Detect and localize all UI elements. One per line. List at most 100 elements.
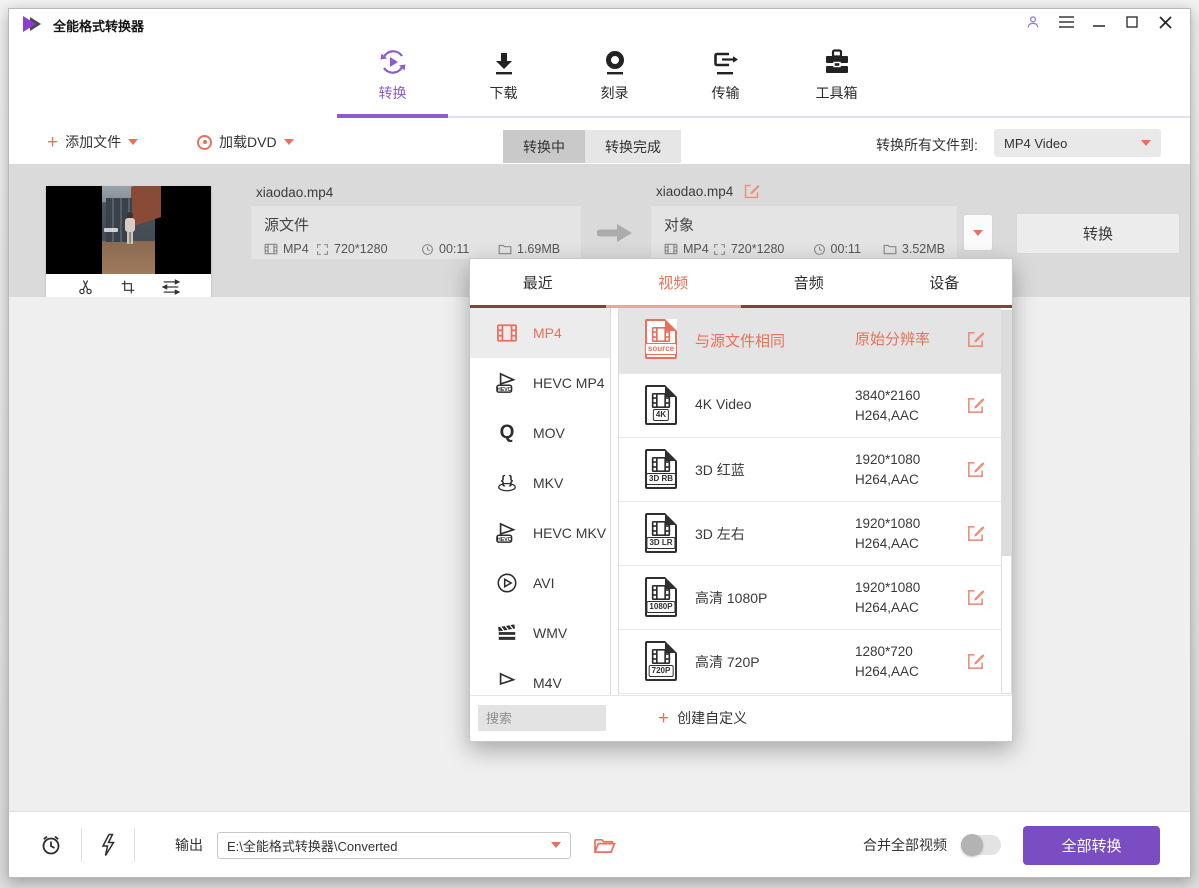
open-folder-icon[interactable]: [593, 836, 616, 855]
create-custom-label: 创建自定义: [677, 708, 747, 728]
add-files-button[interactable]: + 添加文件: [47, 120, 138, 164]
format-item-m4v[interactable]: M4V: [470, 658, 610, 695]
convert-button[interactable]: 转换: [1016, 213, 1180, 254]
video-thumbnail[interactable]: [46, 186, 211, 274]
source-size: 1.69MB: [498, 242, 560, 256]
global-format-select[interactable]: MP4 Video: [994, 129, 1161, 157]
hevc-play-icon: HEVC: [494, 372, 520, 394]
source-resolution: 720*1280: [316, 242, 421, 256]
edit-preset-icon[interactable]: [966, 588, 985, 607]
nav-tab-burn[interactable]: 刻录: [559, 35, 670, 115]
format-label: WMV: [533, 625, 567, 641]
preset-row-4k[interactable]: 4K 4K Video 3840*2160H264,AAC: [619, 374, 1001, 438]
chevron-down-icon: [128, 139, 138, 145]
preset-list-scrollbar[interactable]: [1001, 310, 1012, 694]
chevron-down-icon: [1141, 140, 1151, 146]
output-path-value: E:\全能格式转换器\Converted: [227, 836, 398, 855]
format-item-hevc-mkv[interactable]: HEVC HEVC MKV: [470, 508, 610, 558]
load-dvd-label: 加载DVD: [219, 132, 277, 152]
merge-videos-label: 合并全部视频: [863, 835, 947, 855]
format-list: MP4 HEVC HEVC MP4 Q MOV { } MKV HEVC: [470, 308, 610, 695]
trim-icon[interactable]: [77, 278, 94, 295]
preset-file-icon: 1080P: [645, 577, 677, 617]
format-item-wmv[interactable]: WMV: [470, 608, 610, 658]
tab-finished[interactable]: 转换完成: [585, 130, 681, 163]
nav-tab-label: 下载: [490, 83, 518, 103]
tab-converting[interactable]: 转换中: [503, 130, 585, 163]
format-item-avi[interactable]: AVI: [470, 558, 610, 608]
global-format-value: MP4 Video: [1004, 136, 1067, 151]
clock-icon: [813, 243, 826, 256]
target-format-dropdown-button[interactable]: [963, 214, 993, 251]
format-label: AVI: [533, 575, 555, 591]
convert-all-button[interactable]: 全部转换: [1023, 826, 1160, 865]
target-file-name: xiaodao.mp4: [656, 184, 733, 199]
target-info-box: 对象 MP4 720*1280 00:11 3.52MB: [651, 206, 957, 259]
preset-list: source 与源文件相同 原始分辨率 4K 4K Video 3840*216…: [619, 308, 1001, 694]
nav-tab-toolbox[interactable]: 工具箱: [781, 35, 892, 115]
output-path-select[interactable]: E:\全能格式转换器\Converted: [217, 832, 571, 859]
bottom-bar: 输出 E:\全能格式转换器\Converted 合并全部视频 全部转换: [9, 811, 1190, 878]
rename-icon[interactable]: [743, 183, 760, 200]
nav-tab-download[interactable]: 下载: [448, 35, 559, 115]
merge-videos-toggle[interactable]: [961, 835, 1001, 855]
search-input[interactable]: [478, 705, 606, 731]
preset-name: 与源文件相同: [695, 330, 785, 351]
minimize-button[interactable]: [1090, 14, 1108, 30]
app-window: 全能格式转换器: [8, 8, 1191, 878]
preset-row-3d-lr[interactable]: 3D LR 3D 左右 1920*1080H264,AAC: [619, 502, 1001, 566]
preset-file-icon: 3D RB: [645, 449, 677, 489]
plus-icon: +: [658, 709, 669, 728]
quicktime-icon: Q: [494, 422, 520, 444]
popup-tab-recent[interactable]: 最近: [470, 259, 606, 305]
dvd-icon: [197, 135, 212, 150]
schedule-icon[interactable]: [39, 833, 63, 857]
load-dvd-button[interactable]: 加载DVD: [197, 120, 294, 164]
format-item-hevc-mp4[interactable]: HEVC HEVC MP4: [470, 358, 610, 408]
popup-tab-video[interactable]: 视频: [606, 259, 742, 305]
account-icon[interactable]: [1024, 14, 1042, 30]
effects-icon[interactable]: [162, 279, 180, 295]
preset-file-icon: 720P: [645, 641, 677, 681]
preset-row-3d-rb[interactable]: 3D RB 3D 红蓝 1920*1080H264,AAC: [619, 438, 1001, 502]
disc-icon: [602, 48, 628, 76]
nav-tab-label: 刻录: [601, 83, 629, 103]
preset-row-same-as-source[interactable]: source 与源文件相同 原始分辨率: [619, 308, 1001, 374]
create-custom-button[interactable]: + 创建自定义: [658, 705, 747, 731]
format-item-mov[interactable]: Q MOV: [470, 408, 610, 458]
preset-row-720p[interactable]: 720P 高清 720P 1280*720H264,AAC: [619, 630, 1001, 694]
high-speed-icon[interactable]: [100, 833, 116, 857]
nav-tab-label: 传输: [712, 83, 740, 103]
nav-tab-convert[interactable]: 转换: [337, 35, 448, 115]
scrollbar-thumb[interactable]: [1001, 310, 1012, 555]
edit-preset-icon[interactable]: [966, 460, 985, 479]
scrollbar-track[interactable]: [1001, 555, 1012, 694]
crop-icon[interactable]: [120, 279, 136, 295]
preset-specs: 1920*1080H264,AAC: [855, 450, 920, 490]
menu-icon[interactable]: [1057, 14, 1075, 30]
edit-preset-icon[interactable]: [966, 396, 985, 415]
format-item-mp4[interactable]: MP4: [470, 308, 610, 358]
preset-row-1080p[interactable]: 1080P 高清 1080P 1920*1080H264,AAC: [619, 566, 1001, 630]
edit-preset-icon[interactable]: [966, 524, 985, 543]
toolbar: + 添加文件 加载DVD 转换中 转换完成 转换所有文件到: MP4 Video: [9, 120, 1190, 165]
main-nav: 转换 下载 刻录 传输 工具箱: [337, 35, 892, 115]
format-list-scrollbar[interactable]: [610, 308, 619, 695]
hevc-play-icon: HEVC: [494, 522, 520, 544]
nav-tab-transfer[interactable]: 传输: [670, 35, 781, 115]
close-button[interactable]: [1156, 14, 1174, 30]
format-item-mkv[interactable]: { } MKV: [470, 458, 610, 508]
popup-tab-device[interactable]: 设备: [877, 259, 1013, 305]
source-duration: 00:11: [421, 242, 498, 256]
format-label: MKV: [533, 475, 563, 491]
clock-icon: [421, 243, 434, 256]
film-icon: [264, 243, 278, 255]
plus-icon: +: [47, 133, 58, 152]
mp4-film-icon: [494, 323, 520, 343]
popup-tab-audio[interactable]: 音频: [741, 259, 877, 305]
edit-preset-icon[interactable]: [966, 652, 985, 671]
resolution-icon: [713, 243, 726, 256]
edit-preset-icon[interactable]: [966, 330, 985, 349]
format-popup-tabs: 最近 视频 音频 设备: [470, 259, 1012, 305]
maximize-button[interactable]: [1123, 14, 1141, 30]
